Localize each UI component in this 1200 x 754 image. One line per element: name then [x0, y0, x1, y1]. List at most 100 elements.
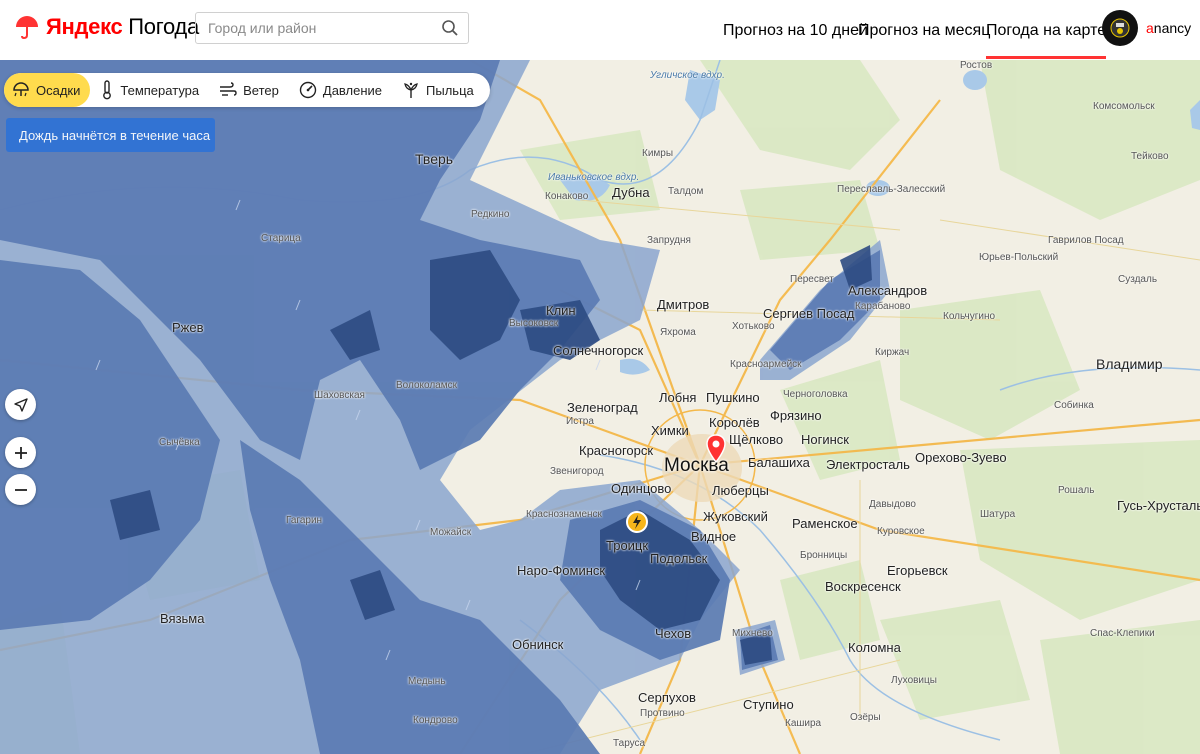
city-gagarin[interactable]: Гагарин — [286, 515, 322, 526]
city-vyazma[interactable]: Вязьма — [160, 611, 204, 626]
city-suzdal[interactable]: Суздаль — [1118, 274, 1157, 285]
thunderstorm-icon[interactable] — [626, 511, 648, 533]
city-noginsk[interactable]: Ногинск — [801, 432, 849, 447]
city-krasnoarmeysk[interactable]: Красноармейск — [730, 359, 802, 370]
city-mozhaysk[interactable]: Можайск — [430, 527, 471, 538]
city-rzhev[interactable]: Ржев — [172, 320, 204, 335]
location-pin-icon[interactable] — [705, 434, 727, 464]
city-dubna[interactable]: Дубна — [612, 185, 650, 200]
city-peresvet[interactable]: Пересвет — [790, 274, 834, 285]
city-staritsa[interactable]: Старица — [261, 233, 301, 244]
city-tver[interactable]: Тверь — [415, 151, 453, 167]
city-roshal[interactable]: Рошаль — [1058, 485, 1094, 496]
city-stupino[interactable]: Ступино — [743, 697, 794, 712]
city-kondrovo[interactable]: Кондрово — [413, 715, 458, 726]
city-egorievsk[interactable]: Егорьевск — [887, 563, 948, 578]
city-chekhov[interactable]: Чехов — [655, 626, 691, 641]
city-shatura[interactable]: Шатура — [980, 509, 1015, 520]
city-ramenskoe[interactable]: Раменское — [792, 516, 858, 531]
city-teykovo[interactable]: Тейково — [1131, 151, 1169, 162]
city-ozery[interactable]: Озёры — [850, 712, 881, 723]
layer-pressure[interactable]: Давление — [289, 73, 392, 107]
city-kashira[interactable]: Кашира — [785, 718, 821, 729]
city-spas-klepiki[interactable]: Спас-Клепики — [1090, 628, 1155, 639]
city-pushkino[interactable]: Пушкино — [706, 390, 760, 405]
city-podolsk[interactable]: Подольск — [650, 551, 707, 566]
city-yuryev-polsky[interactable]: Юрьев-Польский — [979, 252, 1058, 263]
city-dmitrov[interactable]: Дмитров — [657, 297, 709, 312]
avatar[interactable] — [1102, 10, 1138, 46]
city-voskresensk[interactable]: Воскресенск — [825, 579, 901, 594]
city-pereslavl[interactable]: Переславль-Залесский — [837, 184, 945, 195]
city-shakhovskaya[interactable]: Шаховская — [314, 390, 365, 401]
city-krasnogorsk[interactable]: Красногорск — [579, 443, 653, 458]
nav-map[interactable]: Погода на карте — [986, 22, 1107, 59]
layer-pollen[interactable]: Пыльца — [392, 73, 484, 107]
city-lyubertsy[interactable]: Люберцы — [712, 483, 769, 498]
city-zelenograd[interactable]: Зеленоград — [567, 400, 638, 415]
city-medyn[interactable]: Медынь — [408, 676, 446, 687]
city-orekhovo-zuevo[interactable]: Орехово-Зуево — [915, 450, 1007, 465]
city-balashikha[interactable]: Балашиха — [748, 455, 810, 470]
city-sychevka[interactable]: Сычёвка — [159, 437, 200, 448]
city-zhukovsky[interactable]: Жуковский — [703, 509, 768, 524]
city-kolchugino[interactable]: Кольчугино — [943, 311, 995, 322]
rain-alert-banner[interactable]: Дождь начнётся в течение часа — [6, 118, 215, 152]
city-troitsk[interactable]: Троицк — [606, 538, 648, 553]
city-kirzhach[interactable]: Киржач — [875, 347, 909, 358]
layer-precipitation[interactable]: Осадки — [4, 73, 91, 107]
city-kimry[interactable]: Кимры — [642, 148, 673, 159]
city-redkino[interactable]: Редкино — [471, 209, 509, 220]
user-menu[interactable]: anancy — [1102, 10, 1191, 46]
city-khimki[interactable]: Химки — [651, 423, 689, 438]
city-volokolamsk[interactable]: Волоколамск — [396, 380, 457, 391]
city-davydovo[interactable]: Давыдово — [869, 499, 916, 510]
nav-month[interactable]: Прогноз на месяц — [858, 22, 990, 40]
city-odintsovo[interactable]: Одинцово — [611, 481, 671, 496]
city-vladimir[interactable]: Владимир — [1096, 356, 1163, 372]
city-vidnoe[interactable]: Видное — [691, 529, 736, 544]
city-zvenigorod[interactable]: Звенигород — [550, 466, 604, 477]
zoom-out-button[interactable] — [5, 474, 36, 505]
city-sobinka[interactable]: Собинка — [1054, 400, 1094, 411]
city-komsomolsk[interactable]: Комсомольск — [1093, 101, 1155, 112]
layer-wind[interactable]: Ветер — [209, 73, 289, 107]
weather-map[interactable]: Москва Тверь Владимир Ржев Вязьма Дубна … — [0, 60, 1200, 754]
city-elektrostal[interactable]: Электросталь — [826, 457, 910, 472]
city-serpukhov[interactable]: Серпухов — [638, 690, 696, 705]
city-gus-khrustalny[interactable]: Гусь-Хрустальный — [1117, 498, 1200, 513]
city-vysokovsk[interactable]: Высоковск — [509, 318, 558, 329]
city-bronnitsy[interactable]: Бронницы — [800, 550, 847, 561]
city-zaprudnya[interactable]: Запрудня — [647, 235, 691, 246]
city-chernogolovka[interactable]: Черноголовка — [783, 389, 848, 400]
city-lukhovitsy[interactable]: Луховицы — [891, 675, 937, 686]
city-krasnoznamensk[interactable]: Краснознаменск — [526, 509, 602, 520]
search-input[interactable] — [208, 20, 438, 36]
locate-button[interactable] — [5, 389, 36, 420]
city-kurovskoe[interactable]: Куровское — [877, 526, 925, 537]
logo[interactable]: Яндекс Погода — [14, 14, 199, 40]
city-yakhroma[interactable]: Яхрома — [660, 327, 696, 338]
city-karabanovo[interactable]: Карабаново — [855, 301, 910, 312]
city-sergiev-posad[interactable]: Сергиев Посад — [763, 306, 855, 321]
city-fryazino[interactable]: Фрязино — [770, 408, 822, 423]
city-mikhnevo[interactable]: Михнево — [732, 628, 773, 639]
city-lobnya[interactable]: Лобня — [659, 390, 696, 405]
city-obninsk[interactable]: Обнинск — [512, 637, 563, 652]
city-gavrilov-posad[interactable]: Гаврилов Посад — [1048, 235, 1124, 246]
zoom-in-button[interactable] — [5, 437, 36, 468]
city-shchelkovo[interactable]: Щёлково — [729, 432, 783, 447]
search-icon[interactable] — [441, 19, 459, 37]
city-istra[interactable]: Истра — [566, 416, 594, 427]
layer-temperature[interactable]: Температура — [90, 73, 209, 107]
city-taldom[interactable]: Талдом — [668, 186, 703, 197]
city-protvino[interactable]: Протвино — [640, 708, 685, 719]
city-tarusa[interactable]: Таруса — [613, 738, 645, 749]
city-konakovo[interactable]: Конаково — [545, 191, 588, 202]
city-naro-fominsk[interactable]: Наро-Фоминск — [517, 563, 605, 578]
city-kolomna[interactable]: Коломна — [848, 640, 901, 655]
username[interactable]: anancy — [1146, 20, 1191, 36]
city-khotkovo[interactable]: Хотьково — [732, 321, 775, 332]
city-rostov[interactable]: Ростов — [960, 60, 992, 71]
city-klin[interactable]: Клин — [546, 303, 576, 318]
